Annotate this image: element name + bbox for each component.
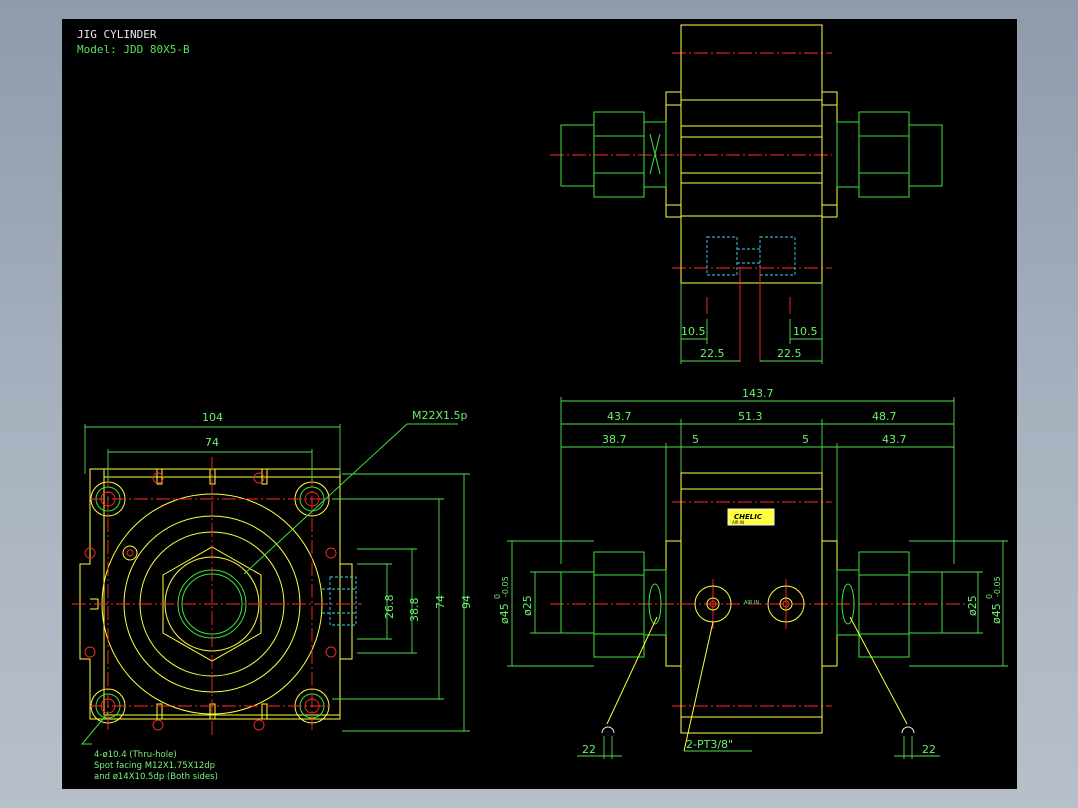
top-view: 10.5 10.5 22.5 22.5 [550,24,943,364]
front-dim-dia25-left: ø25 [521,595,534,616]
hole-note-line-1: 4-ø10.4 (Thru-hole) [94,750,177,760]
front-dim-dia45-left: ø45 [498,603,511,624]
front-dim-43-7-left: 43.7 [607,410,632,423]
front-dim-38-7: 38.7 [602,433,627,446]
front-dim-5-left: 5 [692,433,699,446]
side-dim-74-w: 74 [205,436,219,449]
port-marker: AIR IN [744,600,759,606]
front-dim-dia45-right: ø45 [990,603,1003,624]
front-view: 143.7 43.7 51.3 48.7 38.7 5 5 43.7 CHELI… [493,387,1008,759]
front-dim-51-3: 51.3 [738,410,763,423]
side-dim-94: 94 [460,595,473,609]
front-dim-22-right: 22 [922,743,936,756]
front-dim-22-left: 22 [582,743,596,756]
top-dim-right-10-5: 10.5 [793,325,818,338]
front-tol-lower-right: -0.05 [993,576,1002,597]
top-dim-left-22-5: 22.5 [700,347,725,360]
front-dim-dia25-right: ø25 [966,595,979,616]
front-tol-lower-left: -0.05 [501,576,510,597]
cad-drawing: 10.5 10.5 22.5 22.5 104 74 26.8 38.8 74 … [72,24,1008,782]
port-note: 2-PT3/8" [686,738,733,751]
side-dim-104: 104 [202,411,223,424]
side-dim-26-8: 26.8 [383,595,396,620]
top-dim-left-10-5: 10.5 [681,325,706,338]
side-view: 104 74 26.8 38.8 74 94 M22X1.5p 4-ø10.4 … [72,409,473,782]
front-dim-5-right: 5 [802,433,809,446]
front-dim-143-7: 143.7 [742,387,774,400]
top-dim-right-22-5: 22.5 [777,347,802,360]
drawing-canvas: JIG CYLINDER Model: JDD 80X5-B 10.5 10.5… [62,19,1017,789]
front-dim-43-7-right: 43.7 [882,433,907,446]
hole-note-line-2: Spot facing M12X1.75X12dp [94,761,215,771]
thread-note: M22X1.5p [412,409,468,422]
front-dim-48-7: 48.7 [872,410,897,423]
hole-note-line-3: and ø14X10.5dp (Both sides) [94,772,218,782]
side-dim-38-8: 38.8 [408,598,421,623]
side-dim-74-h: 74 [434,595,447,609]
brand-label-small: AIR IN [732,520,744,525]
